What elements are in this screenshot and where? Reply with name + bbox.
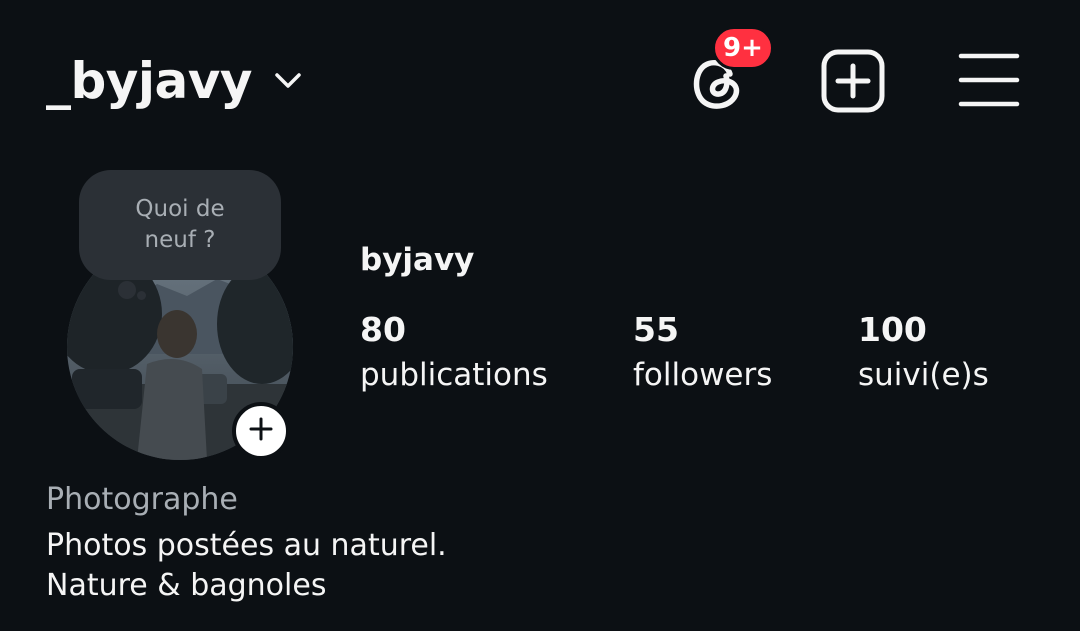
add-story-button[interactable]: [232, 402, 290, 460]
stat-value: 80: [360, 310, 406, 349]
stat-label: publications: [360, 357, 548, 393]
bio-line: Nature & bagnoles: [46, 568, 327, 603]
plus-square-icon: [820, 48, 886, 114]
stat-following[interactable]: 100 suivi(e)s: [858, 308, 989, 398]
menu-button[interactable]: [958, 50, 1020, 112]
note-bubble-tail: [118, 281, 136, 299]
note-bubble[interactable]: Quoi de neuf ?: [79, 170, 281, 280]
note-bubble-tail-small: [137, 291, 146, 300]
hamburger-menu-icon: [958, 50, 1020, 112]
bio-category: Photographe: [46, 482, 238, 517]
stat-followers[interactable]: 55 followers: [633, 308, 772, 398]
stat-value: 55: [633, 310, 679, 349]
bio-line: Photos postées au naturel.: [46, 528, 447, 563]
account-switcher[interactable]: _byjavy: [46, 46, 302, 116]
display-name: byjavy: [360, 242, 475, 278]
plus-icon: [249, 417, 273, 445]
header-username: _byjavy: [46, 52, 252, 110]
stat-publications[interactable]: 80 publications: [360, 308, 548, 398]
stat-label: suivi(e)s: [858, 357, 989, 393]
notification-badge: 9+: [712, 26, 774, 70]
note-text: Quoi de neuf ?: [135, 196, 225, 253]
stat-value: 100: [858, 310, 927, 349]
chevron-down-icon: [274, 72, 302, 90]
stat-label: followers: [633, 357, 773, 393]
create-button[interactable]: [820, 48, 886, 114]
